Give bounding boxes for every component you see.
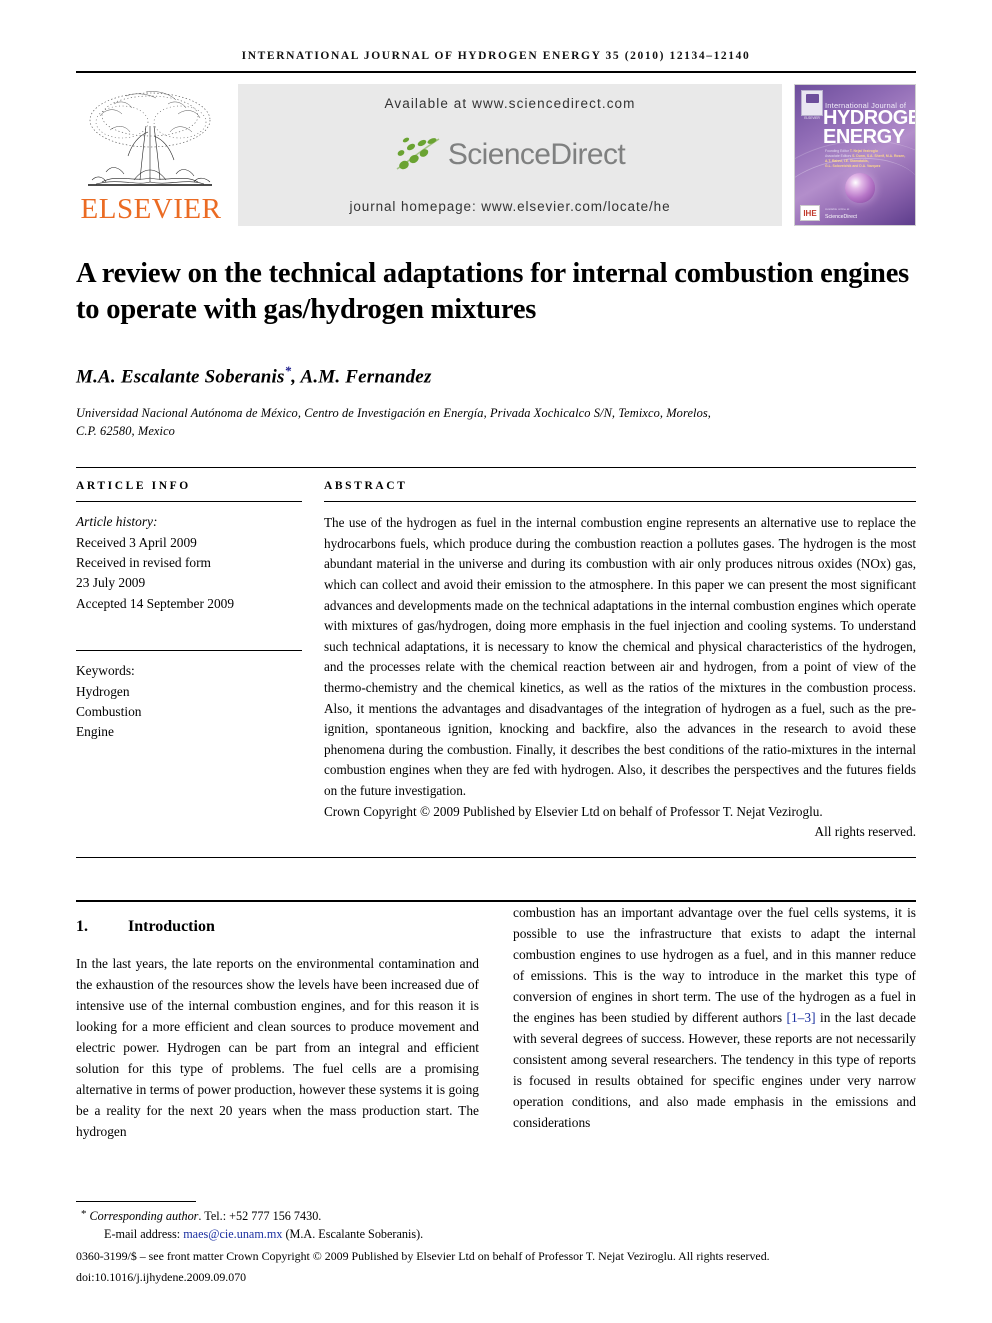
author-primary: M.A. Escalante Soberanis: [76, 366, 285, 388]
email-link[interactable]: maes@cie.unam.mx: [183, 1227, 282, 1241]
cover-publisher-badge: [801, 90, 823, 116]
available-at-text: Available at www.sciencedirect.com: [384, 96, 636, 111]
email-owner: (M.A. Escalante Soberanis).: [282, 1227, 424, 1242]
running-head: International Journal of Hydrogen Energy…: [241, 50, 751, 62]
affiliation-line-2: C.P. 62580, Mexico: [76, 424, 175, 439]
email-label: E-mail address:: [104, 1227, 184, 1242]
page-footnotes: * Corresponding author. Tel.: +52 777 156…: [76, 1201, 916, 1287]
article-history: Article history: Received 3 April 2009 R…: [76, 512, 302, 614]
author-secondary: , A.M. Fernandez: [291, 366, 432, 388]
affiliation: Universidad Nacional Autónoma de México,…: [76, 404, 916, 442]
keyword-item: Hydrogen: [76, 683, 130, 699]
article-history-item: Received in revised form: [76, 555, 211, 571]
section-heading: 1. Introduction: [76, 918, 479, 936]
cover-sphere-graphic: [845, 173, 875, 203]
sciencedirect-leaves-icon: [396, 137, 440, 170]
article-info-column: ARTICLE INFO Article history: Received 3…: [76, 480, 324, 843]
keyword-item: Engine: [76, 724, 114, 740]
cover-sd-caption: ScienceDirect: [825, 214, 858, 220]
journal-homepage-text: journal homepage: www.elsevier.com/locat…: [349, 199, 671, 214]
body-text-pre: combustion has an important advantage ov…: [513, 904, 916, 1025]
article-info-heading: ARTICLE INFO: [76, 480, 191, 493]
sciencedirect-logo: ScienceDirect: [395, 135, 626, 175]
abstract-rule: [324, 501, 916, 503]
email-note: E-mail address: maes@cie.unam.mx (M.A. E…: [76, 1225, 916, 1243]
abstract-column: ABSTRACT The use of the hydrogen as fuel…: [324, 480, 916, 843]
citation-reference[interactable]: [1–3]: [787, 1010, 816, 1025]
keywords-rule: [76, 650, 302, 652]
cover-editors: Founding Editor T. Nejat Veziroglu Assoc…: [825, 149, 910, 169]
sciencedirect-wordmark: ScienceDirect: [447, 138, 626, 171]
author-list: M.A. Escalante Soberanis*, A.M. Fernande…: [76, 363, 916, 388]
body-right-column: combustion has an important advantage ov…: [513, 902, 916, 1142]
doi-line: doi:10.1016/j.ijhydene.2009.09.070: [76, 1270, 247, 1285]
copyright-line: Crown Copyright © 2009 Published by Else…: [324, 803, 823, 819]
article-history-item: Accepted 14 September 2009: [76, 595, 235, 611]
cover-ihe-badge: IHE: [800, 205, 820, 221]
article-history-item: Received 3 April 2009: [76, 534, 197, 550]
elsevier-tree-icon: [88, 91, 212, 186]
info-abstract-row: ARTICLE INFO Article history: Received 3…: [76, 480, 916, 843]
article-history-label: Article history:: [76, 514, 158, 530]
section-title: Introduction: [128, 917, 215, 935]
cover-publisher-label: ELSEVIER: [804, 116, 820, 120]
abstract-heading: ABSTRACT: [324, 480, 408, 493]
masthead: ELSEVIER Available at www.sciencedirect.…: [76, 84, 916, 226]
cover-editor-label-2: Associate Editors: [825, 154, 852, 159]
corresponding-author-tel: . Tel.: +52 777 156 7430.: [198, 1209, 322, 1224]
issn-line: 0360-3199/$ – see front matter Crown Cop…: [76, 1248, 770, 1263]
footnote-star-marker: *: [81, 1208, 87, 1221]
journal-cover-block: ELSEVIER International Journal of HYDROG…: [794, 84, 916, 226]
cover-editor-label-1: Founding Editor: [825, 149, 849, 153]
article-info-rule: [76, 501, 302, 503]
info-top-rule: [76, 467, 916, 469]
corresponding-author-note: * Corresponding author. Tel.: +52 777 156…: [76, 1206, 916, 1225]
corresponding-author-label: Corresponding author: [89, 1209, 199, 1224]
keywords-label: Keywords:: [76, 663, 135, 679]
abstract-copyright: Crown Copyright © 2009 Published by Else…: [324, 802, 916, 843]
article-history-item: 23 July 2009: [76, 575, 146, 591]
affiliation-line-1: Universidad Nacional Autónoma de México,…: [76, 405, 711, 420]
cover-title-energy: ENERGY: [823, 126, 905, 148]
page-title: A review on the technical adaptations fo…: [76, 258, 910, 325]
cover-sd-caption-small: Available online at: [825, 207, 850, 211]
keyword-item: Combustion: [76, 703, 142, 719]
body-columns: 1. Introduction In the last years, the l…: [76, 902, 916, 1142]
abstract-bottom-rule: [76, 856, 916, 858]
body-text-post: in the last decade with several degrees …: [513, 1010, 916, 1131]
elsevier-wordmark: ELSEVIER: [80, 193, 222, 225]
abstract-text: The use of the hydrogen as fuel in the i…: [324, 515, 916, 798]
rights-line: All rights reserved.: [814, 824, 916, 840]
paper-page: International Journal of Hydrogen Energy…: [0, 0, 992, 1323]
section-number: 1.: [76, 917, 88, 935]
journal-cover-image: ELSEVIER International Journal of HYDROG…: [794, 84, 916, 226]
body-paragraph-right: combustion has an important advantage ov…: [513, 902, 916, 1134]
sciencedirect-banner: Available at www.sciencedirect.com Scien…: [238, 84, 782, 226]
header-rule: [76, 71, 916, 73]
footnote-rule: [76, 1201, 196, 1203]
cover-editor-name-2: S. Dunn, S.A. Sherif, M.A. Rosen,: [852, 154, 906, 159]
elsevier-logo: ELSEVIER: [76, 84, 226, 226]
body-left-column: 1. Introduction In the last years, the l…: [76, 902, 479, 1142]
cover-editor-name-1: T. Nejat Veziroglu: [849, 149, 878, 153]
cover-editor-name-4: G.L. Soloveichik and D.A. Vazquez: [825, 164, 881, 169]
cover-editor-name-3: A.T. Raissi, I.E. Stamatakis,: [825, 159, 869, 164]
keywords-block: Keywords: Hydrogen Combustion Engine: [76, 661, 302, 743]
body-paragraph-left: In the last years, the late reports on t…: [76, 955, 479, 1140]
